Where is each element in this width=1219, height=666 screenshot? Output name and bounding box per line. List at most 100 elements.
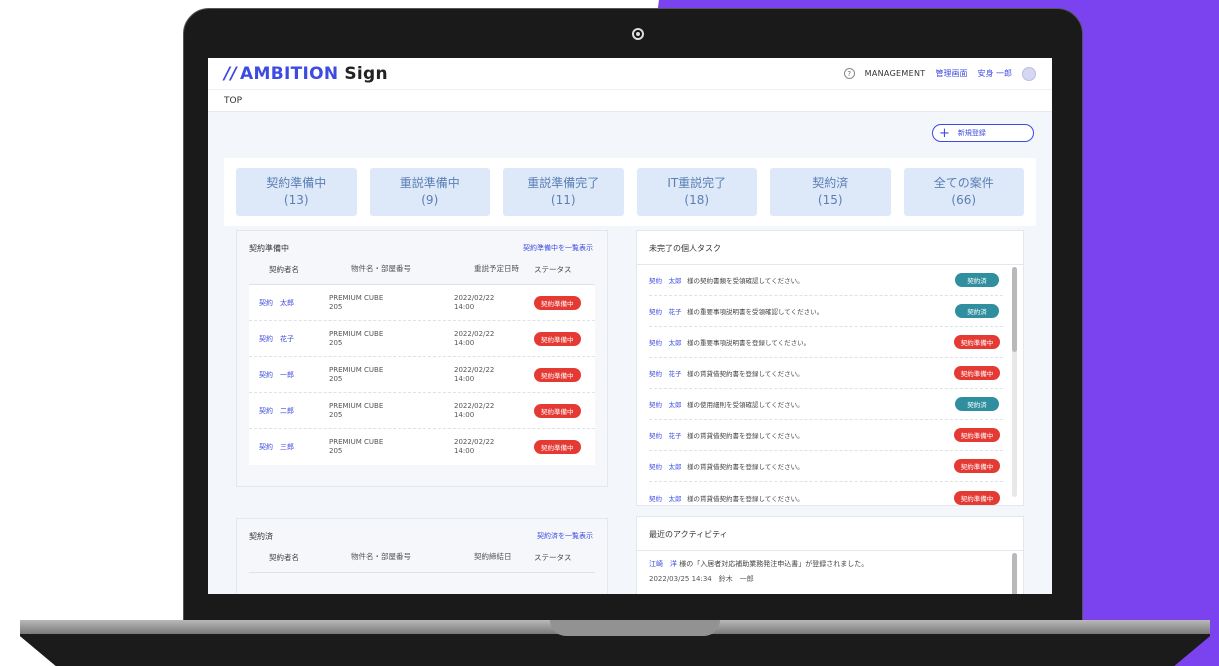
task-text: 様の重要事項説明書を受領確認してください。 [687,308,824,316]
task-status: 契約済 [951,397,1003,411]
tasks-title: 未完了の個人タスク [637,231,1023,265]
task-person-link[interactable]: 契約 太郎 [649,461,687,471]
status-badge: 契約準備中 [953,459,1001,473]
task-person-link[interactable]: 契約 花子 [649,306,687,316]
scroll-thumb[interactable] [1012,553,1017,594]
scroll-thumb[interactable] [1012,267,1017,352]
contractor-link[interactable]: 契約 二郎 [249,406,329,416]
status-badge: 契約準備中 [953,366,1001,380]
stat-count: (15) [817,193,843,207]
app-logo[interactable]: // AMBITION Sign [224,64,388,84]
room-number: 205 [329,410,343,419]
table-row[interactable]: 契約 二郎 PREMIUM CUBE 205 2022/02/22 14:00 契約… [249,393,595,429]
task-text: 様の賃貸借契約書を登録してください。 [687,494,804,503]
room-number: 205 [329,447,343,455]
task-item[interactable]: 契約 花子 様の重要事項説明書を受領確認してください。 契約済 [649,296,1003,327]
table-row[interactable]: 契約 一郎 PREMIUM CUBE 205 2022/02/22 14:00 契約… [249,357,595,393]
stat-card[interactable]: 契約済 (15) [770,168,891,216]
stat-label: 全ての案件 [933,176,994,190]
task-status: 契約済 [951,304,1003,318]
task-status: 契約準備中 [951,459,1003,473]
col-header: 契約締結日 [474,552,512,561]
contractor-link[interactable]: 契約 三郎 [249,442,329,452]
contractor-link[interactable]: 契約 太郎 [249,298,329,308]
prep-table-header: 契約者名 物件名・部屋番号 重説予定日時 ステータス [249,264,595,285]
task-item[interactable]: 契約 太郎 様の重要事項説明書を登録してください。 契約準備中 [649,327,1003,358]
task-item[interactable]: 契約 太郎 様の使用細則を受領確認してください。 契約済 [649,389,1003,420]
task-person-link[interactable]: 契約 花子 [649,368,687,378]
schedule-time: 14:00 [454,338,475,347]
table-row[interactable]: 契約 花子 PREMIUM CUBE 205 2022/02/22 14:00 契約… [249,321,595,357]
task-person-link[interactable]: 契約 花子 [649,430,687,440]
table-row[interactable]: 契約 太郎 PREMIUM CUBE 205 2022/02/22 14:00 契約… [249,285,595,321]
stat-label: 契約済 [812,176,849,190]
user-name[interactable]: 安身 一郎 [977,68,1012,79]
stat-label: 重説準備中 [399,176,460,190]
property-name: PREMIUM CUBE [329,365,384,374]
task-item[interactable]: 契約 花子 様の賃貸借契約書を登録してください。 契約準備中 [649,420,1003,451]
app-screen: // AMBITION Sign ? MANAGEMENT 管理画面 安身 一郎… [208,58,1052,594]
logo-sign: Sign [344,63,388,84]
schedule-cell: 2022/02/22 14:00 [444,402,534,420]
stat-card[interactable]: 重説準備完了 (11) [503,168,624,216]
room-number: 205 [329,302,343,311]
task-person-link[interactable]: 契約 太郎 [649,493,687,503]
stat-card[interactable]: 全ての案件 (66) [903,168,1024,216]
schedule-date: 2022/02/22 [454,365,495,374]
table-row[interactable]: 契約 三郎 PREMIUM CUBE 205 2022/02/22 14:00 契約… [249,429,595,465]
task-item[interactable]: 契約 太郎 様の契約書類を受領確認してください。 契約済 [649,265,1003,296]
stat-label: 重説準備完了 [527,176,600,190]
task-item[interactable]: 契約 太郎 様の賃貸借契約書を登録してください。 契約準備中 [649,482,1003,513]
schedule-time: 14:00 [454,447,475,455]
status-summary: 契約準備中 (13) 重説準備中 (9) 重説準備完了 (11) IT重説完了 (18)… [224,158,1036,226]
breadcrumb: TOP [208,90,1052,112]
property-cell: PREMIUM CUBE 205 [329,330,444,348]
activity-scrollbar[interactable] [1012,553,1017,594]
col-header: 契約者名 [269,265,299,274]
avatar[interactable] [1022,66,1036,81]
stat-card[interactable]: IT重説完了 (18) [636,168,757,216]
property-name: PREMIUM CUBE [329,438,384,446]
status-cell: 契約準備中 [534,331,595,346]
status-badge: 契約準備中 [534,295,581,310]
schedule-date: 2022/02/22 [454,438,495,446]
camera-icon [632,28,644,40]
task-item[interactable]: 契約 太郎 様の賃貸借契約書を登録してください。 契約準備中 [649,451,1003,482]
contractor-link[interactable]: 契約 花子 [249,334,329,344]
stat-card[interactable]: 契約準備中 (13) [236,168,357,216]
task-person-link[interactable]: 契約 太郎 [649,399,687,409]
contractor-link[interactable]: 契約 一郎 [249,370,329,380]
col-header: 物件名・部屋番号 [351,264,411,273]
management-link[interactable]: MANAGEMENT [865,69,926,78]
schedule-date: 2022/02/22 [454,329,495,338]
task-person-link[interactable]: 契約 太郎 [649,275,687,285]
schedule-time: 14:00 [454,374,475,383]
prep-list-link[interactable]: 契約準備中を一覧表示 [523,243,593,253]
task-status: 契約準備中 [951,490,1003,505]
task-status: 契約準備中 [951,428,1003,442]
schedule-time: 14:00 [454,410,475,419]
property-cell: PREMIUM CUBE 205 [329,402,444,420]
col-header: 重説予定日時 [474,264,519,273]
stat-count: (18) [684,193,710,207]
status-badge: 契約準備中 [534,367,581,382]
task-item[interactable]: 契約 花子 様の賃貸借契約書を登録してください。 契約準備中 [649,358,1003,389]
activity-item[interactable]: 江崎 洋 様の「入居者対応補助業務発注申込書」が登録されました。 2022/03… [649,559,1011,584]
new-register-button[interactable]: + 新規登録 [932,124,1034,142]
admin-link[interactable]: 管理画面 [935,68,967,79]
schedule-cell: 2022/02/22 14:00 [444,438,534,456]
tasks-scrollbar[interactable] [1012,267,1017,497]
schedule-cell: 2022/02/22 14:00 [444,366,534,384]
task-person-link[interactable]: 契約 太郎 [649,337,687,347]
done-table-header: 契約者名 物件名・部屋番号 契約締結日 ステータス [249,552,595,573]
status-badge: 契約準備中 [534,403,581,418]
tasks-panel: 未完了の個人タスク 契約 太郎 様の契約書類を受領確認してください。 契約済 契約 … [636,230,1024,506]
activity-meta: 2022/03/25 14:34 鈴木 一郎 [649,575,754,583]
help-icon[interactable]: ? [843,68,855,79]
done-list-link[interactable]: 契約済を一覧表示 [537,531,593,541]
stat-card[interactable]: 重説準備中 (9) [369,168,490,216]
task-status: 契約準備中 [951,366,1003,380]
activity-person-link[interactable]: 江崎 洋 [649,560,677,568]
property-name: PREMIUM CUBE [329,329,384,338]
status-badge: 契約済 [955,397,999,411]
